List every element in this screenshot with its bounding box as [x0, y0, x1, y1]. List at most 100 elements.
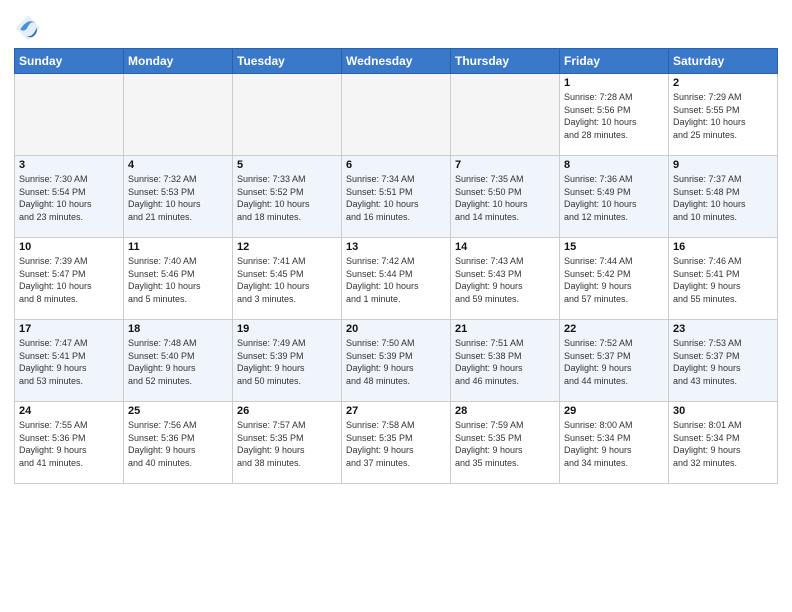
day-info: Sunrise: 7:59 AM Sunset: 5:35 PM Dayligh… [455, 419, 555, 469]
day-number: 30 [673, 405, 773, 417]
calendar-cell: 3 Sunrise: 7:30 AM Sunset: 5:54 PM Daylig… [15, 156, 124, 238]
day-info: Sunrise: 7:55 AM Sunset: 5:36 PM Dayligh… [19, 419, 119, 469]
day-info: Sunrise: 7:41 AM Sunset: 5:45 PM Dayligh… [237, 255, 337, 305]
day-number: 9 [673, 159, 773, 171]
day-number: 25 [128, 405, 228, 417]
calendar-cell: 5 Sunrise: 7:33 AM Sunset: 5:52 PM Daylig… [233, 156, 342, 238]
day-info: Sunrise: 8:00 AM Sunset: 5:34 PM Dayligh… [564, 419, 664, 469]
calendar-cell: 1 Sunrise: 7:28 AM Sunset: 5:56 PM Daylig… [560, 74, 669, 156]
day-number: 16 [673, 241, 773, 253]
day-info: Sunrise: 7:53 AM Sunset: 5:37 PM Dayligh… [673, 337, 773, 387]
day-info: Sunrise: 7:35 AM Sunset: 5:50 PM Dayligh… [455, 173, 555, 223]
day-number: 5 [237, 159, 337, 171]
calendar-cell: 21 Sunrise: 7:51 AM Sunset: 5:38 PM Dayli… [451, 320, 560, 402]
calendar-cell [233, 74, 342, 156]
day-number: 18 [128, 323, 228, 335]
week-row-4: 17Sunrise: 7:47 AM Sunset: 5:41 PM Dayli… [15, 320, 778, 402]
day-info: Sunrise: 7:42 AM Sunset: 5:44 PM Dayligh… [346, 255, 446, 305]
day-number: 1 [564, 77, 664, 89]
weekday-header-saturday: Saturday [669, 49, 778, 74]
calendar-cell: 11Sunrise: 7:40 AM Sunset: 5:46 PM Dayli… [124, 238, 233, 320]
day-info: Sunrise: 7:28 AM Sunset: 5:56 PM Dayligh… [564, 91, 664, 141]
calendar-cell: 25 Sunrise: 7:56 AM Sunset: 5:36 PM Dayli… [124, 402, 233, 484]
day-number: 8 [564, 159, 664, 171]
calendar: SundayMondayTuesdayWednesdayThursdayFrid… [14, 48, 778, 484]
day-info: Sunrise: 7:32 AM Sunset: 5:53 PM Dayligh… [128, 173, 228, 223]
calendar-cell: 15Sunrise: 7:44 AM Sunset: 5:42 PM Dayli… [560, 238, 669, 320]
day-info: Sunrise: 7:36 AM Sunset: 5:49 PM Dayligh… [564, 173, 664, 223]
day-info: Sunrise: 7:52 AM Sunset: 5:37 PM Dayligh… [564, 337, 664, 387]
day-info: Sunrise: 7:43 AM Sunset: 5:43 PM Dayligh… [455, 255, 555, 305]
calendar-cell: 23Sunrise: 7:53 AM Sunset: 5:37 PM Dayli… [669, 320, 778, 402]
day-info: Sunrise: 8:01 AM Sunset: 5:34 PM Dayligh… [673, 419, 773, 469]
day-info: Sunrise: 7:57 AM Sunset: 5:35 PM Dayligh… [237, 419, 337, 469]
calendar-cell: 2 Sunrise: 7:29 AM Sunset: 5:55 PM Daylig… [669, 74, 778, 156]
day-info: Sunrise: 7:51 AM Sunset: 5:38 PM Dayligh… [455, 337, 555, 387]
day-number: 20 [346, 323, 446, 335]
calendar-cell [124, 74, 233, 156]
day-info: Sunrise: 7:34 AM Sunset: 5:51 PM Dayligh… [346, 173, 446, 223]
calendar-cell [342, 74, 451, 156]
day-number: 3 [19, 159, 119, 171]
day-number: 29 [564, 405, 664, 417]
day-info: Sunrise: 7:33 AM Sunset: 5:52 PM Dayligh… [237, 173, 337, 223]
weekday-header-wednesday: Wednesday [342, 49, 451, 74]
day-number: 21 [455, 323, 555, 335]
calendar-cell: 18Sunrise: 7:48 AM Sunset: 5:40 PM Dayli… [124, 320, 233, 402]
weekday-header-thursday: Thursday [451, 49, 560, 74]
day-info: Sunrise: 7:29 AM Sunset: 5:55 PM Dayligh… [673, 91, 773, 141]
day-number: 24 [19, 405, 119, 417]
day-number: 10 [19, 241, 119, 253]
weekday-header-friday: Friday [560, 49, 669, 74]
weekday-header-sunday: Sunday [15, 49, 124, 74]
day-info: Sunrise: 7:50 AM Sunset: 5:39 PM Dayligh… [346, 337, 446, 387]
calendar-cell: 13Sunrise: 7:42 AM Sunset: 5:44 PM Dayli… [342, 238, 451, 320]
week-row-1: 1 Sunrise: 7:28 AM Sunset: 5:56 PM Daylig… [15, 74, 778, 156]
weekday-header-tuesday: Tuesday [233, 49, 342, 74]
week-row-5: 24 Sunrise: 7:55 AM Sunset: 5:36 PM Dayli… [15, 402, 778, 484]
day-number: 27 [346, 405, 446, 417]
day-info: Sunrise: 7:44 AM Sunset: 5:42 PM Dayligh… [564, 255, 664, 305]
weekday-header-monday: Monday [124, 49, 233, 74]
day-info: Sunrise: 7:56 AM Sunset: 5:36 PM Dayligh… [128, 419, 228, 469]
day-info: Sunrise: 7:46 AM Sunset: 5:41 PM Dayligh… [673, 255, 773, 305]
day-number: 6 [346, 159, 446, 171]
calendar-cell: 28 Sunrise: 7:59 AM Sunset: 5:35 PM Dayli… [451, 402, 560, 484]
calendar-cell: 12 Sunrise: 7:41 AM Sunset: 5:45 PM Dayli… [233, 238, 342, 320]
logo-icon [14, 14, 42, 42]
weekday-header-row: SundayMondayTuesdayWednesdayThursdayFrid… [15, 49, 778, 74]
day-number: 17 [19, 323, 119, 335]
day-number: 28 [455, 405, 555, 417]
header [14, 10, 778, 42]
day-info: Sunrise: 7:30 AM Sunset: 5:54 PM Dayligh… [19, 173, 119, 223]
calendar-cell: 16 Sunrise: 7:46 AM Sunset: 5:41 PM Dayli… [669, 238, 778, 320]
calendar-cell: 19 Sunrise: 7:49 AM Sunset: 5:39 PM Dayli… [233, 320, 342, 402]
calendar-cell [451, 74, 560, 156]
calendar-cell [15, 74, 124, 156]
calendar-cell: 7Sunrise: 7:35 AM Sunset: 5:50 PM Daylig… [451, 156, 560, 238]
calendar-cell: 30 Sunrise: 8:01 AM Sunset: 5:34 PM Dayli… [669, 402, 778, 484]
calendar-cell: 22 Sunrise: 7:52 AM Sunset: 5:37 PM Dayli… [560, 320, 669, 402]
calendar-cell: 29 Sunrise: 8:00 AM Sunset: 5:34 PM Dayli… [560, 402, 669, 484]
calendar-cell: 26 Sunrise: 7:57 AM Sunset: 5:35 PM Dayli… [233, 402, 342, 484]
calendar-cell: 20 Sunrise: 7:50 AM Sunset: 5:39 PM Dayli… [342, 320, 451, 402]
calendar-cell: 24 Sunrise: 7:55 AM Sunset: 5:36 PM Dayli… [15, 402, 124, 484]
day-info: Sunrise: 7:58 AM Sunset: 5:35 PM Dayligh… [346, 419, 446, 469]
day-number: 14 [455, 241, 555, 253]
day-number: 19 [237, 323, 337, 335]
calendar-cell: 14 Sunrise: 7:43 AM Sunset: 5:43 PM Dayli… [451, 238, 560, 320]
day-number: 22 [564, 323, 664, 335]
calendar-cell: 17Sunrise: 7:47 AM Sunset: 5:41 PM Dayli… [15, 320, 124, 402]
day-number: 12 [237, 241, 337, 253]
day-number: 11 [128, 241, 228, 253]
page: SundayMondayTuesdayWednesdayThursdayFrid… [0, 0, 792, 612]
week-row-3: 10 Sunrise: 7:39 AM Sunset: 5:47 PM Dayli… [15, 238, 778, 320]
calendar-cell: 9Sunrise: 7:37 AM Sunset: 5:48 PM Daylig… [669, 156, 778, 238]
day-number: 2 [673, 77, 773, 89]
day-number: 26 [237, 405, 337, 417]
day-info: Sunrise: 7:49 AM Sunset: 5:39 PM Dayligh… [237, 337, 337, 387]
day-info: Sunrise: 7:39 AM Sunset: 5:47 PM Dayligh… [19, 255, 119, 305]
calendar-cell: 10 Sunrise: 7:39 AM Sunset: 5:47 PM Dayli… [15, 238, 124, 320]
calendar-cell: 6 Sunrise: 7:34 AM Sunset: 5:51 PM Daylig… [342, 156, 451, 238]
logo [14, 14, 46, 42]
